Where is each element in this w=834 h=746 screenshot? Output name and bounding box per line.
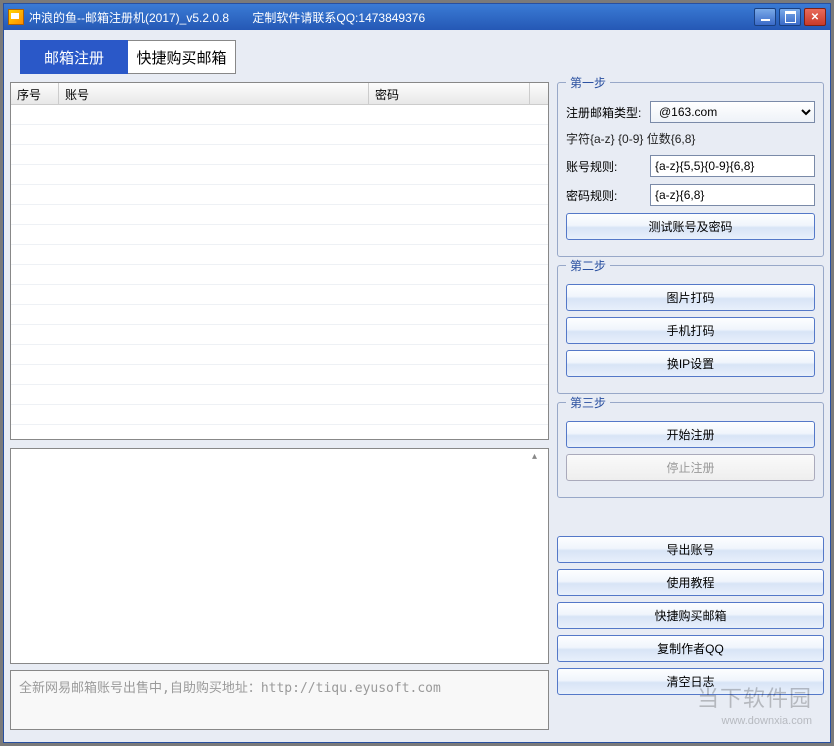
col-account[interactable]: 账号 — [59, 83, 369, 104]
table-header: 序号 账号 密码 — [11, 83, 548, 105]
action-buttons: 导出账号 使用教程 快捷购买邮箱 复制作者QQ 清空日志 — [557, 536, 824, 701]
title-bar[interactable]: 冲浪的鱼--邮箱注册机(2017)_v5.2.0.8 定制软件请联系QQ:147… — [4, 4, 830, 30]
tab-quickbuy[interactable]: 快捷购买邮箱 — [128, 40, 236, 74]
client-area: 邮箱注册 快捷购买邮箱 序号 账号 密码 ▴ — [4, 30, 830, 742]
tab-register[interactable]: 邮箱注册 — [20, 40, 128, 74]
account-rule-label: 账号规则: — [566, 158, 650, 175]
phone-captcha-button[interactable]: 手机打码 — [566, 317, 815, 344]
log-textarea[interactable]: ▴ — [10, 448, 549, 664]
password-rule-label: 密码规则: — [566, 187, 650, 204]
footer-message: 全新网易邮箱账号出售中,自助购买地址：http://tiqu.eyusoft.c… — [10, 670, 549, 730]
char-hint: 字符{a-z} {0-9} 位数{6,8} — [566, 130, 815, 147]
maximize-button[interactable] — [779, 8, 801, 26]
group-step3: 第三步 开始注册 停止注册 — [557, 402, 824, 498]
minimize-button[interactable] — [754, 8, 776, 26]
clear-log-button[interactable]: 清空日志 — [557, 668, 824, 695]
quick-buy-button[interactable]: 快捷购买邮箱 — [557, 602, 824, 629]
col-index[interactable]: 序号 — [11, 83, 59, 104]
window-controls — [754, 8, 826, 26]
start-register-button[interactable]: 开始注册 — [566, 421, 815, 448]
account-rule-input[interactable] — [650, 155, 815, 177]
col-spacer — [530, 83, 548, 104]
tab-strip: 邮箱注册 快捷购买邮箱 — [20, 40, 824, 74]
step1-title: 第一步 — [566, 74, 610, 91]
copy-author-qq-button[interactable]: 复制作者QQ — [557, 635, 824, 662]
ip-settings-button[interactable]: 换IP设置 — [566, 350, 815, 377]
group-step2: 第二步 图片打码 手机打码 换IP设置 — [557, 265, 824, 394]
group-step1: 第一步 注册邮箱类型: @163.com 字符{a-z} {0-9} 位数{6,… — [557, 82, 824, 257]
export-accounts-button[interactable]: 导出账号 — [557, 536, 824, 563]
step3-title: 第三步 — [566, 394, 610, 411]
accounts-table[interactable]: 序号 账号 密码 — [10, 82, 549, 440]
mail-type-label: 注册邮箱类型: — [566, 104, 650, 121]
close-button[interactable] — [804, 8, 826, 26]
table-body — [11, 105, 548, 425]
mail-type-select[interactable]: @163.com — [650, 101, 815, 123]
step2-title: 第二步 — [566, 257, 610, 274]
test-account-button[interactable]: 测试账号及密码 — [566, 213, 815, 240]
scroll-up-icon[interactable]: ▴ — [532, 451, 546, 465]
table-row — [11, 105, 548, 125]
app-icon — [8, 9, 24, 25]
col-password[interactable]: 密码 — [369, 83, 530, 104]
stop-register-button[interactable]: 停止注册 — [566, 454, 815, 481]
window-title: 冲浪的鱼--邮箱注册机(2017)_v5.2.0.8 定制软件请联系QQ:147… — [29, 9, 425, 26]
tutorial-button[interactable]: 使用教程 — [557, 569, 824, 596]
password-rule-input[interactable] — [650, 184, 815, 206]
app-window: 冲浪的鱼--邮箱注册机(2017)_v5.2.0.8 定制软件请联系QQ:147… — [3, 3, 831, 743]
image-captcha-button[interactable]: 图片打码 — [566, 284, 815, 311]
